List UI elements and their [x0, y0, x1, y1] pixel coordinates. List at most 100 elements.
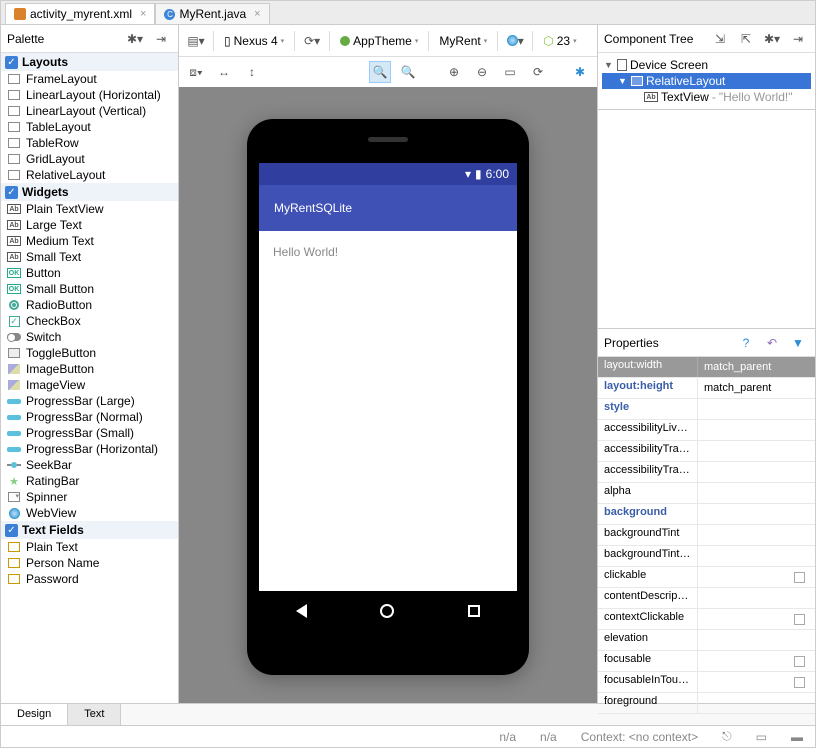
chevron-down-icon[interactable]: ▼: [604, 60, 614, 70]
theme-dropdown[interactable]: AppTheme: [336, 32, 422, 50]
property-row[interactable]: style: [598, 399, 815, 420]
palette-item[interactable]: ImageView: [1, 377, 178, 393]
property-value[interactable]: [698, 420, 815, 440]
property-value[interactable]: [698, 462, 815, 482]
property-row[interactable]: focusable: [598, 651, 815, 672]
layout-ref-dropdown[interactable]: MyRent: [435, 32, 491, 50]
vfit-icon[interactable]: ↕: [241, 61, 263, 83]
tree-row-device[interactable]: ▼ Device Screen: [602, 57, 811, 73]
expand-checkbox-icon[interactable]: ✓: [5, 56, 18, 69]
palette-item[interactable]: Plain Text: [1, 539, 178, 555]
palette-item[interactable]: FrameLayout: [1, 71, 178, 87]
checkbox-icon[interactable]: [794, 614, 805, 625]
tree-row-textview[interactable]: Ab TextView - "Hello World!": [602, 89, 811, 105]
property-row[interactable]: backgroundTintMode: [598, 546, 815, 567]
zoom-out-icon[interactable]: ⊖: [471, 61, 493, 83]
hfit-icon[interactable]: ↔: [213, 61, 235, 83]
status-icon[interactable]: ▬: [791, 730, 803, 744]
palette-item[interactable]: RadioButton: [1, 297, 178, 313]
palette-item[interactable]: ProgressBar (Normal): [1, 409, 178, 425]
refresh-icon[interactable]: ⟳: [527, 61, 549, 83]
settings-icon[interactable]: ✱: [569, 61, 591, 83]
property-value[interactable]: [698, 609, 815, 629]
palette-item[interactable]: GridLayout: [1, 151, 178, 167]
locale-icon[interactable]: ▾: [504, 30, 526, 52]
property-row[interactable]: alpha: [598, 483, 815, 504]
filter-icon[interactable]: ▼: [787, 332, 809, 354]
palette-item[interactable]: ToggleButton: [1, 345, 178, 361]
palette-item[interactable]: ImageButton: [1, 361, 178, 377]
checkbox-icon[interactable]: [794, 677, 805, 688]
property-row[interactable]: accessibilityTraversalAfter: [598, 441, 815, 462]
palette-item[interactable]: ★RatingBar: [1, 473, 178, 489]
palette-item[interactable]: SeekBar: [1, 457, 178, 473]
property-row[interactable]: background: [598, 504, 815, 525]
palette-item[interactable]: LinearLayout (Vertical): [1, 103, 178, 119]
palette-item[interactable]: Person Name: [1, 555, 178, 571]
canvas-area[interactable]: ▾ ▮ 6:00 MyRentSQLite Hello World!: [179, 87, 597, 703]
property-row[interactable]: foreground: [598, 693, 815, 714]
palette-item[interactable]: WebView: [1, 505, 178, 521]
palette-item[interactable]: ProgressBar (Horizontal): [1, 441, 178, 457]
property-value[interactable]: [698, 504, 815, 524]
undo-icon[interactable]: ↶: [761, 332, 783, 354]
property-value[interactable]: [698, 567, 815, 587]
fit-screen-icon[interactable]: ▭: [499, 61, 521, 83]
expand-icon[interactable]: ⇲: [709, 28, 731, 50]
gear-icon[interactable]: ✱▾: [124, 28, 146, 50]
property-row[interactable]: accessibilityTraversalBefore: [598, 462, 815, 483]
property-row[interactable]: accessibilityLiveRegion: [598, 420, 815, 441]
zoom-out-a-icon[interactable]: 🔍: [397, 61, 419, 83]
hide-icon[interactable]: ⇥: [787, 28, 809, 50]
close-icon[interactable]: ×: [254, 8, 260, 20]
file-tab-activity-xml[interactable]: activity_myrent.xml ×: [5, 3, 155, 24]
palette-item[interactable]: OKButton: [1, 265, 178, 281]
property-row[interactable]: contentDescription: [598, 588, 815, 609]
property-row[interactable]: clickable: [598, 567, 815, 588]
property-value[interactable]: [698, 483, 815, 503]
palette-item[interactable]: ProgressBar (Small): [1, 425, 178, 441]
property-value[interactable]: match_parent: [698, 357, 815, 377]
palette-item[interactable]: AbPlain TextView: [1, 201, 178, 217]
property-row[interactable]: layout:widthmatch_parent: [598, 357, 815, 378]
zoom-in-icon[interactable]: ⊕: [443, 61, 465, 83]
property-value[interactable]: [698, 399, 815, 419]
collapse-icon[interactable]: ⇱: [735, 28, 757, 50]
checkbox-icon[interactable]: [794, 572, 805, 583]
chevron-down-icon[interactable]: ▼: [618, 76, 628, 86]
status-icon[interactable]: ▭: [756, 730, 767, 744]
collapse-icon[interactable]: ⇥: [150, 28, 172, 50]
property-value[interactable]: [698, 546, 815, 566]
property-row[interactable]: elevation: [598, 630, 815, 651]
palette-item[interactable]: OKSmall Button: [1, 281, 178, 297]
property-row[interactable]: backgroundTint: [598, 525, 815, 546]
expand-checkbox-icon[interactable]: ✓: [5, 524, 18, 537]
property-value[interactable]: [698, 630, 815, 650]
property-value[interactable]: [698, 693, 815, 713]
help-icon[interactable]: ?: [735, 332, 757, 354]
property-value[interactable]: [698, 525, 815, 545]
boundaries-icon[interactable]: ⧈▾: [185, 61, 207, 83]
file-tab-myrent-java[interactable]: C MyRent.java ×: [155, 3, 269, 24]
status-icon[interactable]: ⎋: [722, 729, 732, 744]
property-value[interactable]: [698, 441, 815, 461]
palette-category[interactable]: ✓Text Fields: [1, 521, 178, 539]
palette-item[interactable]: AbMedium Text: [1, 233, 178, 249]
expand-checkbox-icon[interactable]: ✓: [5, 186, 18, 199]
palette-item[interactable]: Spinner: [1, 489, 178, 505]
palette-item[interactable]: ✓CheckBox: [1, 313, 178, 329]
tree-row-relativelayout[interactable]: ▼ RelativeLayout: [602, 73, 811, 89]
palette-item[interactable]: Switch: [1, 329, 178, 345]
property-value[interactable]: match_parent: [698, 378, 815, 398]
property-value[interactable]: [698, 651, 815, 671]
palette-category[interactable]: ✓Layouts: [1, 53, 178, 71]
property-value[interactable]: [698, 588, 815, 608]
palette-item[interactable]: RelativeLayout: [1, 167, 178, 183]
close-icon[interactable]: ×: [140, 8, 146, 20]
palette-item[interactable]: AbLarge Text: [1, 217, 178, 233]
palette-item[interactable]: Password: [1, 571, 178, 587]
zoom-icon[interactable]: 🔍: [369, 61, 391, 83]
palette-item[interactable]: LinearLayout (Horizontal): [1, 87, 178, 103]
palette-item[interactable]: TableRow: [1, 135, 178, 151]
palette-item[interactable]: AbSmall Text: [1, 249, 178, 265]
